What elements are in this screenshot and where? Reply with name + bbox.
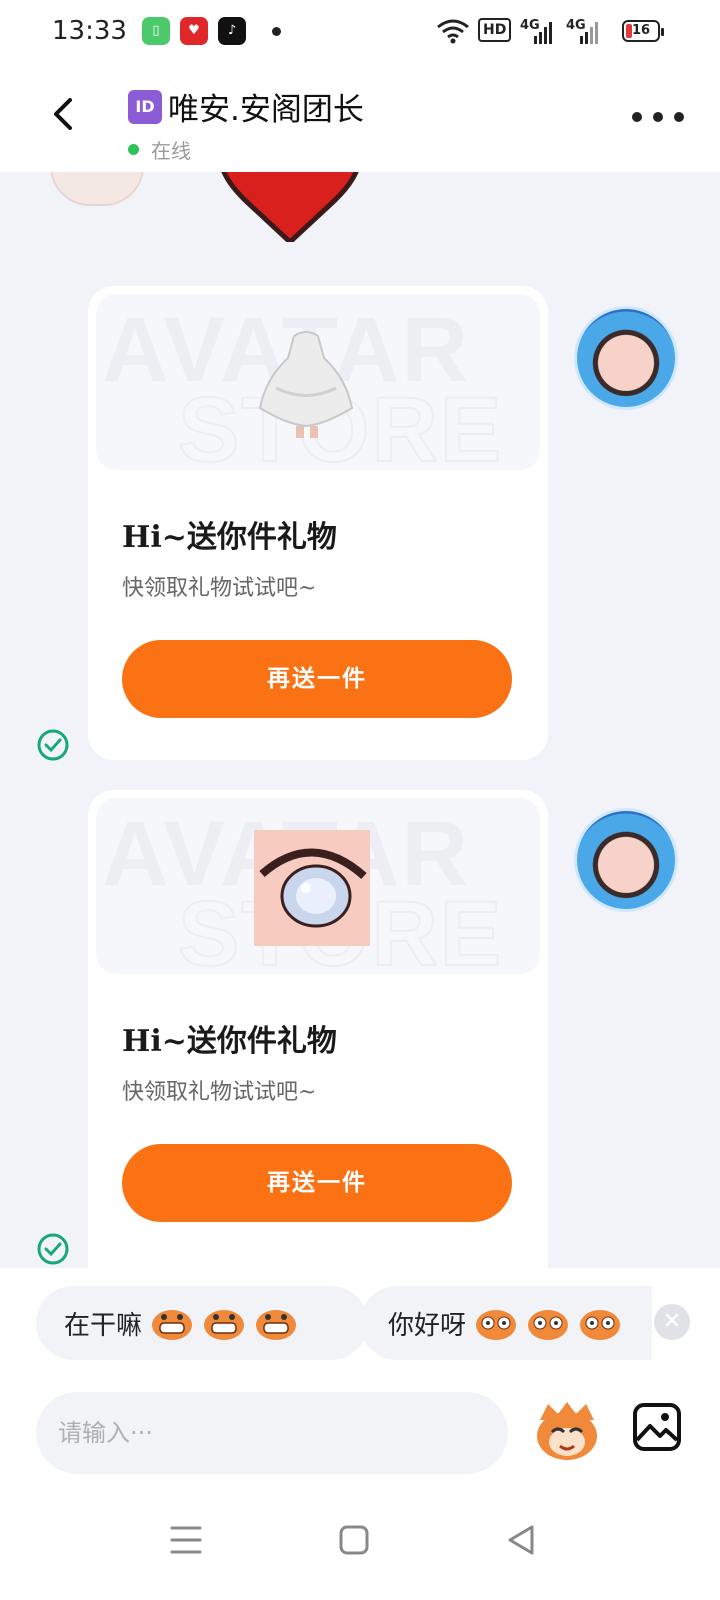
online-dot-icon [128, 144, 139, 155]
notification-dot [272, 27, 281, 36]
recent-apps-icon[interactable] [164, 1518, 208, 1562]
system-nav-bar [0, 1498, 720, 1600]
gift-preview: AVATAR STORE [96, 294, 540, 470]
card-subtitle: 快领取礼物试试吧~ [122, 576, 317, 601]
send-another-button[interactable]: 再送一件 [122, 640, 512, 718]
tiktok-icon: ♪ [218, 17, 246, 45]
app-notification-icon: ▯ [142, 17, 170, 45]
id-badge-icon: ID [128, 89, 162, 124]
home-icon[interactable] [332, 1518, 376, 1562]
close-quick-replies-icon[interactable]: ✕ [654, 1304, 690, 1340]
quick-reply-text-2: 你好呀 [388, 1310, 467, 1341]
wide-eyed-monkey-icon [476, 1310, 517, 1340]
signal-bars-icon-2 [580, 22, 598, 44]
contact-name-row: ID 唯安.安阁团长 [128, 84, 364, 129]
gift-card: AVATAR STORE Hi~送你件礼物 快领取礼物试试吧~ 再送一件 [88, 286, 548, 760]
hd-icon: HD [478, 18, 512, 42]
online-status-label: 在线 [151, 139, 191, 163]
online-status: 在线 [128, 135, 364, 164]
image-picker-icon[interactable] [632, 1402, 682, 1452]
status-bar: 13:33 ▯ ♥ ♪ HD 4G 4G 16 [0, 0, 720, 64]
card-subtitle-2: 快领取礼物试试吧~ [122, 1080, 317, 1105]
heart-sticker-icon [221, 172, 359, 242]
wide-eyed-monkey-icon-2 [528, 1310, 569, 1340]
quick-reply-text: 在干嘛 [64, 1310, 143, 1341]
signal-bars-icon [534, 22, 552, 44]
avatar[interactable] [574, 306, 678, 410]
message-input[interactable] [36, 1392, 508, 1474]
gift-preview-2: AVATAR STORE [96, 798, 540, 974]
send-another-button-2[interactable]: 再送一件 [122, 1144, 512, 1222]
battery-icon: 16 [622, 20, 664, 42]
card-title: Hi~送你件礼物 [122, 520, 337, 555]
card-title-2: Hi~送你件礼物 [122, 1024, 337, 1059]
sticker-image [50, 172, 144, 206]
back-triangle-icon[interactable] [500, 1518, 544, 1562]
chat-messages[interactable]: AVATAR STORE Hi~送你件礼物 快领取礼物试试吧~ 再送一件 AVA… [0, 172, 720, 1268]
contact-name: 唯安.安阁团长 [168, 92, 364, 128]
quick-reply-chip-2[interactable]: 你好呀 [360, 1286, 652, 1360]
emoji-mascot-icon[interactable] [534, 1398, 600, 1464]
more-options-icon[interactable] [632, 100, 684, 130]
wide-eyed-monkey-icon-3 [580, 1310, 621, 1340]
quick-reply-chip[interactable]: 在干嘛 [36, 1286, 368, 1360]
white-dress-icon [258, 331, 354, 438]
status-time: 13:33 [52, 16, 127, 46]
grinning-monkey-icon [152, 1310, 193, 1340]
grinning-monkey-icon-3 [256, 1310, 297, 1340]
chat-header: ID 唯安.安阁团长 在线 [0, 64, 720, 172]
anime-eye-icon [254, 830, 370, 946]
back-arrow-icon[interactable] [44, 94, 84, 134]
battery-level: 16 [631, 23, 651, 38]
input-panel: 在干嘛 你好呀 ✕ [0, 1268, 720, 1600]
contact-info: ID 唯安.安阁团长 在线 [128, 84, 364, 164]
gift-card-2: AVATAR STORE Hi~送你件礼物 快领取礼物试试吧~ 再送一件 [88, 790, 548, 1268]
shopping-app-icon: ♥ [180, 17, 208, 45]
check-circle-icon-2 [37, 1233, 69, 1265]
check-circle-icon [37, 729, 69, 761]
grinning-monkey-icon-2 [204, 1310, 245, 1340]
wifi-icon [437, 19, 469, 44]
avatar-2[interactable] [574, 808, 678, 912]
